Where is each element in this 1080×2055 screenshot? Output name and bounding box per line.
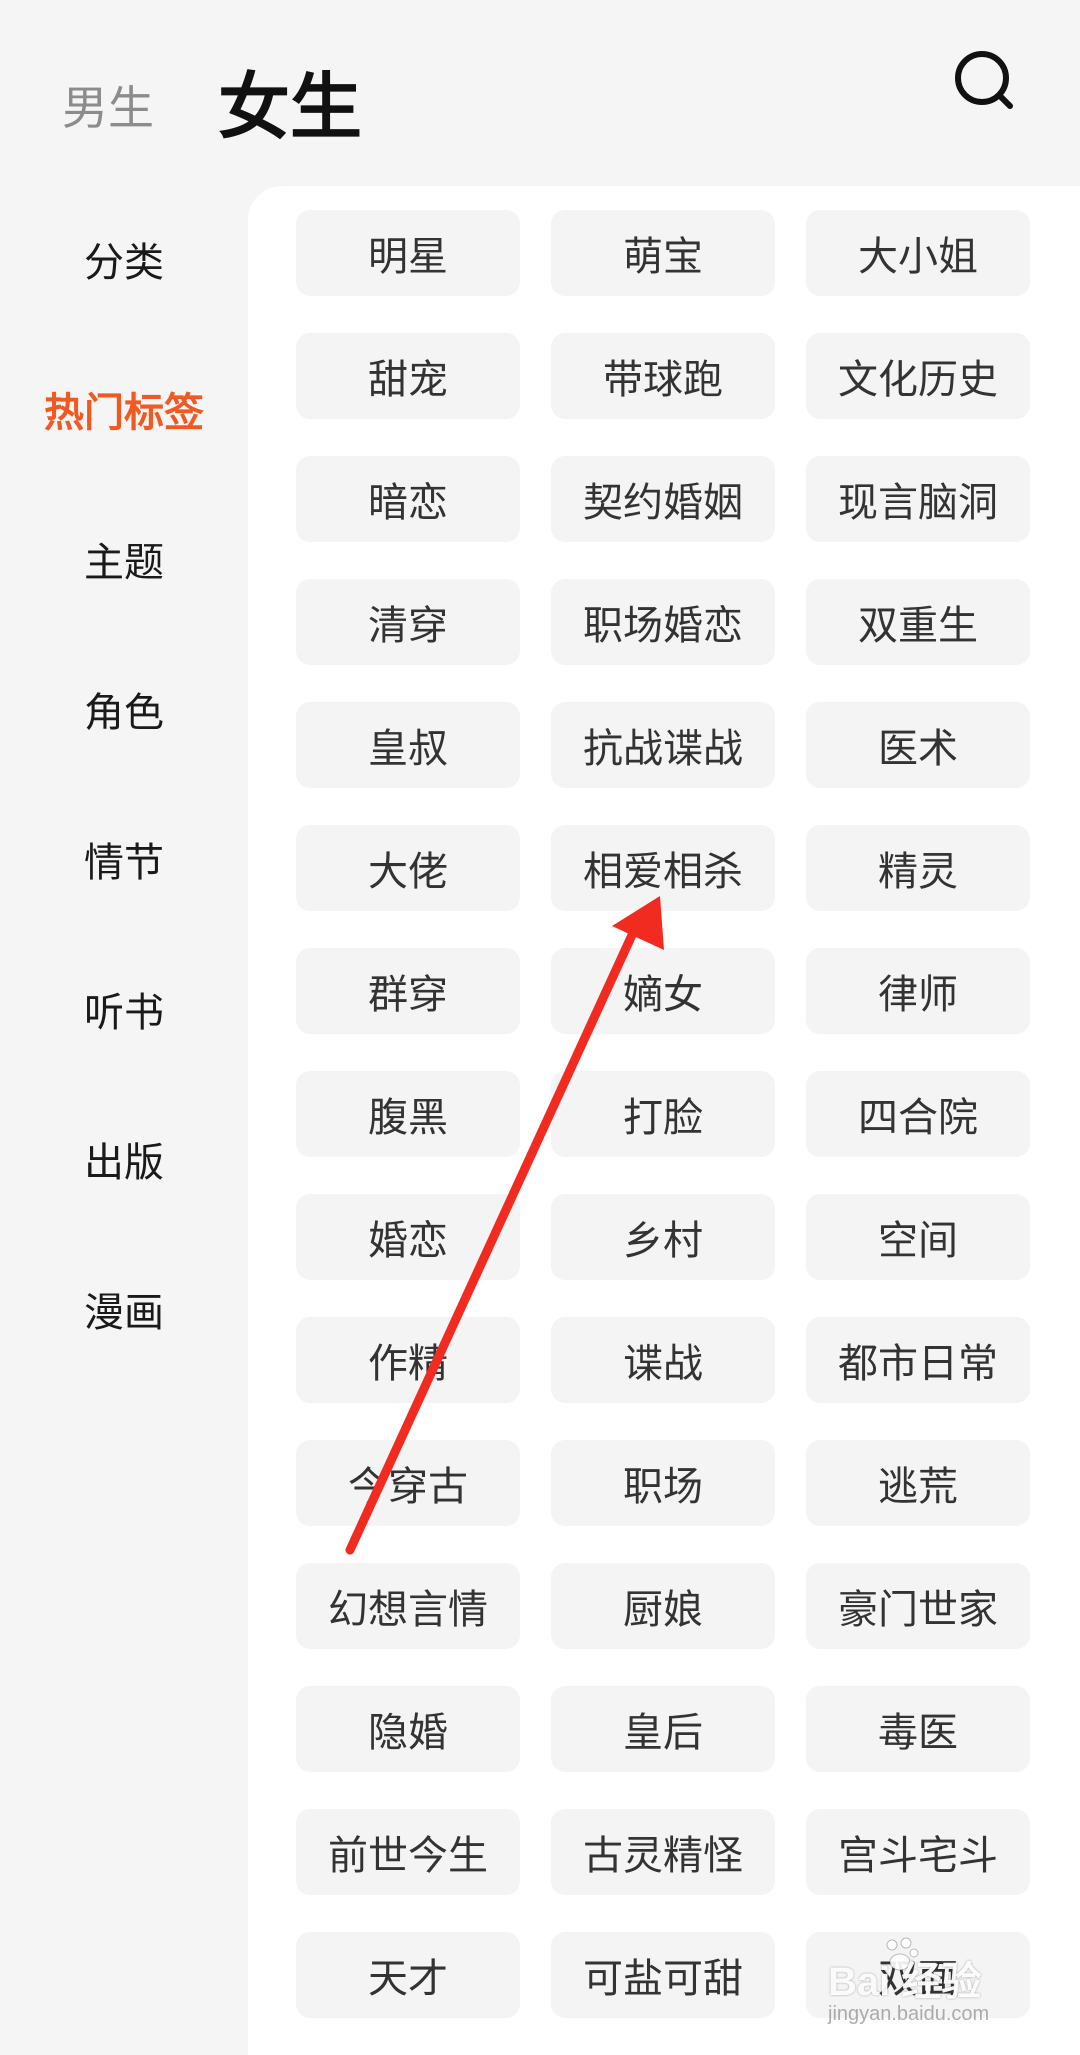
sidebar-item[interactable]: 漫画 bbox=[0, 1280, 248, 1338]
sidebar-item[interactable]: 出版 bbox=[0, 1130, 248, 1188]
tag-chip[interactable]: 宫斗宅斗 bbox=[806, 1809, 1030, 1895]
tag-chip[interactable]: 豪门世家 bbox=[806, 1563, 1030, 1649]
tag-chip[interactable]: 文化历史 bbox=[806, 333, 1030, 419]
tag-chip[interactable]: 现言脑洞 bbox=[806, 456, 1030, 542]
tag-chip[interactable]: 腹黑 bbox=[296, 1071, 520, 1157]
sidebar-item[interactable]: 情节 bbox=[0, 830, 248, 888]
tag-chip[interactable]: 律师 bbox=[806, 948, 1030, 1034]
tag-chip[interactable]: 职场婚恋 bbox=[551, 579, 775, 665]
tag-chip[interactable]: 皇后 bbox=[551, 1686, 775, 1772]
tag-chip[interactable]: 毒医 bbox=[806, 1686, 1030, 1772]
tag-chip[interactable]: 幻想言情 bbox=[296, 1563, 520, 1649]
tag-chip[interactable]: 谍战 bbox=[551, 1317, 775, 1403]
tag-chip[interactable]: 嫡女 bbox=[551, 948, 775, 1034]
top-bar: 男生 女生 bbox=[0, 0, 1080, 185]
tag-chip[interactable]: 厨娘 bbox=[551, 1563, 775, 1649]
tag-chip[interactable]: 相爱相杀 bbox=[551, 825, 775, 911]
search-button[interactable] bbox=[950, 46, 1020, 116]
tag-grid: 明星 萌宝 大小姐 甜宠 带球跑 文化历史 暗恋 契约婚姻 现言脑洞 清穿 职场婚恋 双重生 皇叔 抗战谍… bbox=[248, 186, 1080, 2055]
tag-chip[interactable]: 婚恋 bbox=[296, 1194, 520, 1280]
sidebar-item[interactable]: 分类 bbox=[0, 230, 248, 288]
sidebar-item[interactable]: 热门标签 bbox=[0, 380, 248, 438]
tag-chip[interactable]: 四合院 bbox=[806, 1071, 1030, 1157]
tag-chip[interactable]: 打脸 bbox=[551, 1071, 775, 1157]
tag-chip[interactable]: 古灵精怪 bbox=[551, 1809, 775, 1895]
tag-chip[interactable]: 大小姐 bbox=[806, 210, 1030, 296]
tag-chip[interactable]: 职场 bbox=[551, 1440, 775, 1526]
tag-chip[interactable]: 可盐可甜 bbox=[551, 1932, 775, 2018]
tag-chip[interactable]: 今穿古 bbox=[296, 1440, 520, 1526]
tag-chip[interactable]: 抗战谍战 bbox=[551, 702, 775, 788]
tag-chip[interactable]: 契约婚姻 bbox=[551, 456, 775, 542]
tag-chip[interactable]: 群穿 bbox=[296, 948, 520, 1034]
tag-chip[interactable]: 精灵 bbox=[806, 825, 1030, 911]
tag-chip[interactable]: 带球跑 bbox=[551, 333, 775, 419]
sidebar-item[interactable]: 听书 bbox=[0, 980, 248, 1038]
tag-chip[interactable]: 暗恋 bbox=[296, 456, 520, 542]
tag-chip[interactable]: 明星 bbox=[296, 210, 520, 296]
tag-chip[interactable]: 大佬 bbox=[296, 825, 520, 911]
sidebar-item[interactable]: 主题 bbox=[0, 530, 248, 588]
sidebar-item[interactable]: 角色 bbox=[0, 680, 248, 738]
tag-chip[interactable]: 空间 bbox=[806, 1194, 1030, 1280]
tag-chip[interactable]: 双面 bbox=[806, 1932, 1030, 2018]
tab-female[interactable]: 女生 bbox=[218, 48, 362, 153]
search-icon bbox=[955, 51, 1013, 109]
tag-chip[interactable]: 萌宝 bbox=[551, 210, 775, 296]
tag-chip[interactable]: 皇叔 bbox=[296, 702, 520, 788]
tab-male[interactable]: 男生 bbox=[62, 72, 154, 138]
tag-chip[interactable]: 甜宠 bbox=[296, 333, 520, 419]
tag-chip[interactable]: 都市日常 bbox=[806, 1317, 1030, 1403]
tag-chip[interactable]: 医术 bbox=[806, 702, 1030, 788]
tag-chip[interactable]: 天才 bbox=[296, 1932, 520, 2018]
tag-chip[interactable]: 清穿 bbox=[296, 579, 520, 665]
tag-chip[interactable]: 逃荒 bbox=[806, 1440, 1030, 1526]
tag-chip[interactable]: 乡村 bbox=[551, 1194, 775, 1280]
tag-chip[interactable]: 作精 bbox=[296, 1317, 520, 1403]
tag-chip[interactable]: 隐婚 bbox=[296, 1686, 520, 1772]
tag-chip[interactable]: 双重生 bbox=[806, 579, 1030, 665]
tag-chip[interactable]: 前世今生 bbox=[296, 1809, 520, 1895]
